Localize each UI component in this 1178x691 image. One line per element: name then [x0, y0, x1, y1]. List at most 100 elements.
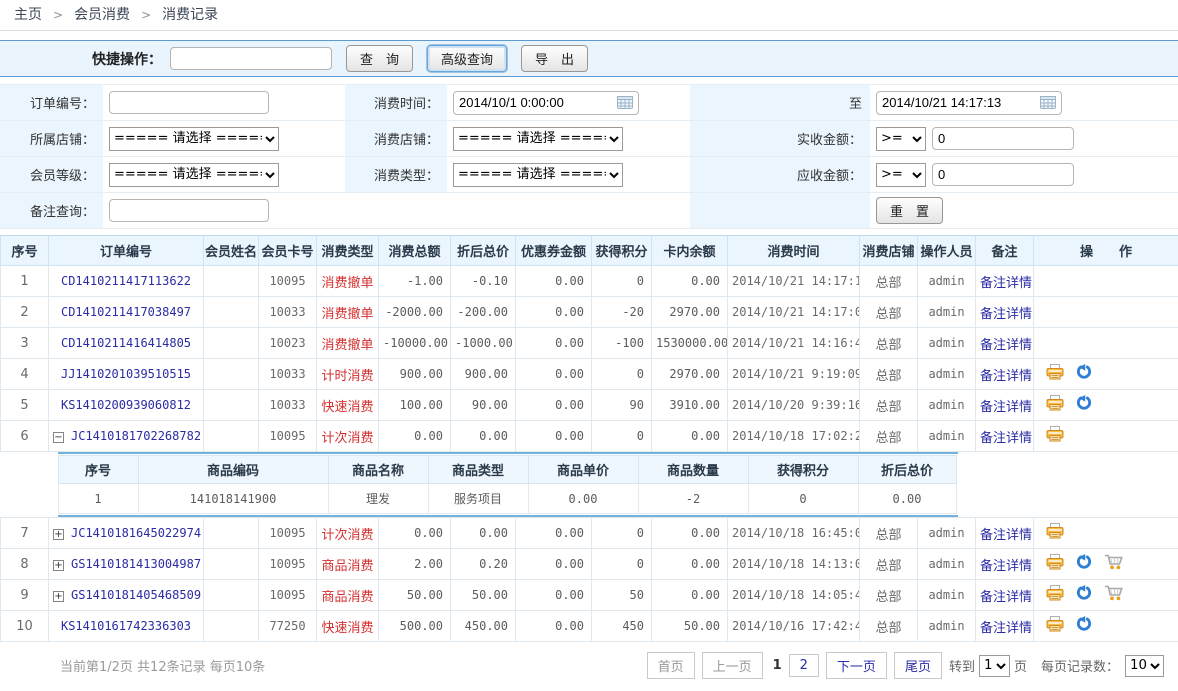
cart-icon[interactable] [1104, 585, 1123, 605]
breadcrumb-separator: > [141, 8, 151, 22]
undo-icon[interactable] [1076, 364, 1092, 384]
member-name-cell [204, 421, 259, 452]
reset-button[interactable]: 重 置 [876, 197, 943, 224]
coupon-amount-cell: 0.00 [516, 611, 592, 642]
note-detail-link[interactable]: 备注详情 [980, 528, 1032, 543]
time-to-field[interactable] [876, 91, 1062, 115]
expand-icon[interactable]: + [53, 591, 64, 602]
consume-shop-cell: 总部 [860, 297, 918, 328]
column-header: 订单编号 [49, 236, 204, 266]
member-level-label: 会员等级： [0, 157, 103, 192]
note-detail-link[interactable]: 备注详情 [980, 431, 1032, 446]
own-shop-label: 所属店铺： [0, 121, 103, 156]
time-from-input[interactable] [459, 95, 617, 110]
goto-page-select[interactable]: 1 [979, 655, 1010, 677]
order-number-link[interactable]: CD1410211416414805 [61, 336, 191, 350]
order-number-link[interactable]: CD1410211417038497 [61, 305, 191, 319]
pagination-bar: 当前第1/2页 共12条记录 每页10条 首页上一页12下一页尾页 转到 1 页… [0, 652, 1178, 691]
member-level-select[interactable]: ===== 请选择 ===== [109, 163, 279, 187]
consume-shop-cell: 总部 [860, 359, 918, 390]
print-icon[interactable] [1046, 364, 1064, 384]
order-no-input[interactable] [109, 91, 269, 114]
table-row: 9+GS141018140546850910095商品消费50.0050.000… [1, 580, 1178, 611]
undo-icon[interactable] [1076, 616, 1092, 636]
breadcrumb-member-consume[interactable]: 会员消费 [74, 7, 130, 23]
order-number-link[interactable]: GS1410181413004987 [71, 557, 201, 571]
receivable-operator-select[interactable]: >= [876, 163, 926, 187]
consume-time-cell: 2014/10/18 14:05:46 [728, 580, 860, 611]
product-cell: 服务项目 [428, 484, 528, 514]
receivable-amount-label: 应收金额： [690, 157, 870, 192]
undo-icon[interactable] [1076, 554, 1092, 574]
received-amount-input[interactable] [932, 127, 1074, 150]
print-icon[interactable] [1046, 426, 1064, 446]
quick-action-label: 快捷操作： [0, 49, 162, 69]
table-row: 3CD141021141641480510023消费撤单-10000.00-10… [1, 328, 1178, 359]
prev-page-button[interactable]: 上一页 [702, 652, 763, 679]
last-page-button[interactable]: 尾页 [894, 652, 942, 679]
received-operator-select[interactable]: >= [876, 127, 926, 151]
advanced-query-button[interactable]: 高级查询 [427, 45, 507, 72]
coupon-amount-cell: 0.00 [516, 518, 592, 549]
order-number-link[interactable]: CD1410211417113622 [61, 274, 191, 288]
export-button[interactable]: 导 出 [521, 45, 588, 72]
print-icon[interactable] [1046, 395, 1064, 415]
own-shop-select[interactable]: ===== 请选择 ===== [109, 127, 279, 151]
card-balance-cell: 3910.00 [652, 390, 728, 421]
time-to-input[interactable] [882, 95, 1040, 110]
order-number-link[interactable]: GS1410181405468509 [71, 588, 201, 602]
print-icon[interactable] [1046, 523, 1064, 543]
consume-shop-select[interactable]: ===== 请选择 ===== [453, 127, 623, 151]
note-detail-link[interactable]: 备注详情 [980, 276, 1032, 291]
note-detail-link[interactable]: 备注详情 [980, 590, 1032, 605]
calendar-icon[interactable] [1040, 96, 1056, 109]
order-number-link[interactable]: JJ1410201039510515 [61, 367, 191, 381]
note-query-input[interactable] [109, 199, 269, 222]
consume-type-select[interactable]: ===== 请选择 ===== [453, 163, 623, 187]
quick-search-input[interactable] [170, 47, 332, 70]
undo-icon[interactable] [1076, 395, 1092, 415]
cart-icon[interactable] [1104, 554, 1123, 574]
order-number-link[interactable]: JC1410181702268782 [71, 429, 201, 443]
page-size-select[interactable]: 10 [1125, 655, 1164, 677]
row-index: 8 [1, 549, 49, 580]
column-header: 消费总额 [379, 236, 451, 266]
order-number-link[interactable]: KS1410161742336303 [61, 619, 191, 633]
column-header: 获得积分 [592, 236, 652, 266]
receivable-amount-input[interactable] [932, 163, 1074, 186]
product-cell: 0 [748, 484, 858, 514]
note-detail-link[interactable]: 备注详情 [980, 338, 1032, 353]
note-detail-link[interactable]: 备注详情 [980, 559, 1032, 574]
next-page-button[interactable]: 下一页 [826, 652, 887, 679]
calendar-icon[interactable] [617, 96, 633, 109]
print-icon[interactable] [1046, 616, 1064, 636]
received-amount-label: 实收金额： [690, 121, 870, 156]
points-gained-cell: 0 [592, 421, 652, 452]
note-detail-link[interactable]: 备注详情 [980, 307, 1032, 322]
note-detail-link[interactable]: 备注详情 [980, 400, 1032, 415]
operations-cell [1034, 421, 1178, 452]
first-page-button[interactable]: 首页 [647, 652, 695, 679]
table-row: 10KS141016174233630377250快速消费500.00450.0… [1, 611, 1178, 642]
order-number-link[interactable]: KS1410200939060812 [61, 398, 191, 412]
breadcrumb-home[interactable]: 主页 [14, 7, 42, 23]
order-number-link[interactable]: JC1410181645022974 [71, 526, 201, 540]
time-from-field[interactable] [453, 91, 639, 115]
operator-cell: admin [918, 580, 976, 611]
total-amount-cell: -1.00 [379, 266, 451, 297]
operations-cell [1034, 328, 1178, 359]
print-icon[interactable] [1046, 554, 1064, 574]
note-detail-link[interactable]: 备注详情 [980, 369, 1032, 384]
breadcrumb: 主页>会员消费>消费记录 [0, 0, 1178, 31]
expand-icon[interactable]: + [53, 560, 64, 571]
page-number-button[interactable]: 2 [789, 654, 819, 677]
consume-time-cell: 2014/10/18 16:45:02 [728, 518, 860, 549]
print-icon[interactable] [1046, 585, 1064, 605]
note-detail-link[interactable]: 备注详情 [980, 621, 1032, 636]
undo-icon[interactable] [1076, 585, 1092, 605]
query-button[interactable]: 查 询 [346, 45, 413, 72]
operations-cell [1034, 266, 1178, 297]
operator-cell: admin [918, 297, 976, 328]
expand-icon[interactable]: + [53, 529, 64, 540]
collapse-icon[interactable]: − [53, 432, 64, 443]
